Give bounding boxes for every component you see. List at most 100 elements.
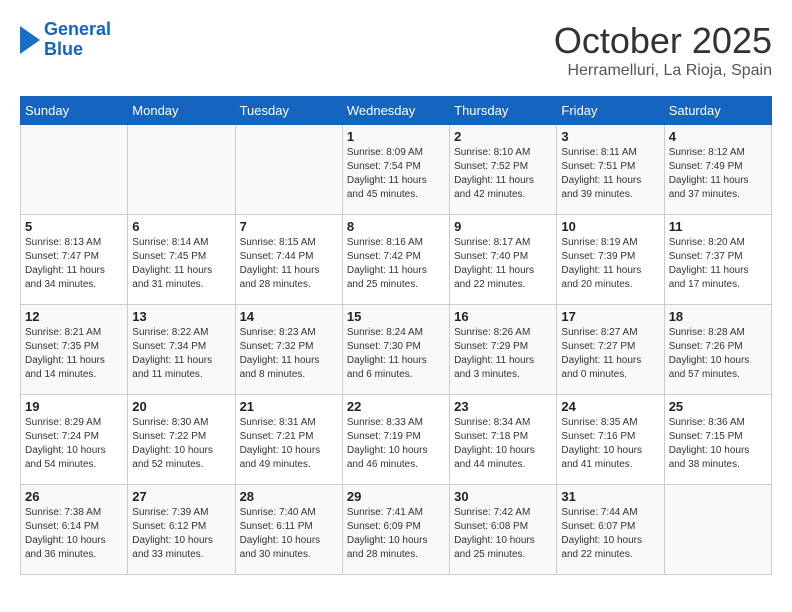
page-header: General Blue October 2025 Herramelluri, …: [20, 20, 772, 80]
day-info: Sunrise: 8:34 AM Sunset: 7:18 PM Dayligh…: [454, 416, 552, 472]
day-number: 16: [454, 309, 552, 324]
day-info: Sunrise: 8:09 AM Sunset: 7:54 PM Dayligh…: [347, 146, 445, 202]
calendar-week-4: 19 Sunrise: 8:29 AM Sunset: 7:24 PM Dayli…: [21, 395, 772, 485]
day-number: 19: [25, 399, 123, 414]
weekday-header-thursday: Thursday: [450, 97, 557, 125]
day-info: Sunrise: 7:44 AM Sunset: 6:07 PM Dayligh…: [561, 506, 659, 562]
calendar-week-3: 12 Sunrise: 8:21 AM Sunset: 7:35 PM Dayli…: [21, 305, 772, 395]
day-info: Sunrise: 8:29 AM Sunset: 7:24 PM Dayligh…: [25, 416, 123, 472]
calendar-cell: 16 Sunrise: 8:26 AM Sunset: 7:29 PM Dayli…: [450, 305, 557, 395]
day-number: 14: [240, 309, 338, 324]
day-info: Sunrise: 8:14 AM Sunset: 7:45 PM Dayligh…: [132, 236, 230, 292]
day-number: 29: [347, 489, 445, 504]
day-number: 12: [25, 309, 123, 324]
calendar-cell: 15Sunrise: 8:24 AM Sunset: 7:30 PM Dayli…: [342, 305, 449, 395]
weekday-header-wednesday: Wednesday: [342, 97, 449, 125]
day-info: Sunrise: 7:40 AM Sunset: 6:11 PM Dayligh…: [240, 506, 338, 562]
calendar-cell: [21, 125, 128, 215]
day-info: Sunrise: 8:27 AM Sunset: 7:27 PM Dayligh…: [561, 326, 659, 382]
calendar-cell: 8 Sunrise: 8:16 AM Sunset: 7:42 PM Daylig…: [342, 215, 449, 305]
calendar-cell: 12 Sunrise: 8:21 AM Sunset: 7:35 PM Dayli…: [21, 305, 128, 395]
calendar-cell: 17 Sunrise: 8:27 AM Sunset: 7:27 PM Dayli…: [557, 305, 664, 395]
calendar-table: SundayMondayTuesdayWednesdayThursdayFrid…: [20, 96, 772, 575]
day-info: Sunrise: 8:12 AM Sunset: 7:49 PM Dayligh…: [669, 146, 767, 202]
day-number: 22: [347, 399, 445, 414]
day-info: Sunrise: 8:13 AM Sunset: 7:47 PM Dayligh…: [25, 236, 123, 292]
day-info: Sunrise: 8:19 AM Sunset: 7:39 PM Dayligh…: [561, 236, 659, 292]
calendar-cell: 3Sunrise: 8:11 AM Sunset: 7:51 PM Daylig…: [557, 125, 664, 215]
calendar-cell: 6 Sunrise: 8:14 AM Sunset: 7:45 PM Daylig…: [128, 215, 235, 305]
day-info: Sunrise: 7:42 AM Sunset: 6:08 PM Dayligh…: [454, 506, 552, 562]
calendar-cell: [235, 125, 342, 215]
calendar-cell: 28 Sunrise: 7:40 AM Sunset: 6:11 PM Dayli…: [235, 485, 342, 575]
day-info: Sunrise: 8:10 AM Sunset: 7:52 PM Dayligh…: [454, 146, 552, 202]
day-number: 9: [454, 219, 552, 234]
calendar-cell: 27 Sunrise: 7:39 AM Sunset: 6:12 PM Dayli…: [128, 485, 235, 575]
day-number: 11: [669, 219, 767, 234]
day-number: 25: [669, 399, 767, 414]
day-number: 13: [132, 309, 230, 324]
day-number: 5: [25, 219, 123, 234]
day-info: Sunrise: 8:33 AM Sunset: 7:19 PM Dayligh…: [347, 416, 445, 472]
month-title: October 2025: [554, 20, 772, 62]
day-number: 15: [347, 309, 445, 324]
day-info: Sunrise: 8:17 AM Sunset: 7:40 PM Dayligh…: [454, 236, 552, 292]
calendar-cell: 21 Sunrise: 8:31 AM Sunset: 7:21 PM Dayli…: [235, 395, 342, 485]
logo-icon: [20, 26, 40, 54]
title-block: October 2025 Herramelluri, La Rioja, Spa…: [554, 20, 772, 80]
calendar-cell: [128, 125, 235, 215]
calendar-cell: 7Sunrise: 8:15 AM Sunset: 7:44 PM Daylig…: [235, 215, 342, 305]
calendar-cell: 25Sunrise: 8:36 AM Sunset: 7:15 PM Dayli…: [664, 395, 771, 485]
day-number: 10: [561, 219, 659, 234]
calendar-cell: 11 Sunrise: 8:20 AM Sunset: 7:37 PM Dayli…: [664, 215, 771, 305]
weekday-header-friday: Friday: [557, 97, 664, 125]
day-info: Sunrise: 8:16 AM Sunset: 7:42 PM Dayligh…: [347, 236, 445, 292]
calendar-cell: 19 Sunrise: 8:29 AM Sunset: 7:24 PM Dayli…: [21, 395, 128, 485]
day-number: 23: [454, 399, 552, 414]
day-info: Sunrise: 7:38 AM Sunset: 6:14 PM Dayligh…: [25, 506, 123, 562]
calendar-cell: 13 Sunrise: 8:22 AM Sunset: 7:34 PM Dayli…: [128, 305, 235, 395]
calendar-cell: [664, 485, 771, 575]
day-number: 8: [347, 219, 445, 234]
day-number: 26: [25, 489, 123, 504]
calendar-cell: 29 Sunrise: 7:41 AM Sunset: 6:09 PM Dayli…: [342, 485, 449, 575]
calendar-body: 1 Sunrise: 8:09 AM Sunset: 7:54 PM Daylig…: [21, 125, 772, 575]
day-number: 4: [669, 129, 767, 144]
day-number: 1: [347, 129, 445, 144]
location: Herramelluri, La Rioja, Spain: [554, 62, 772, 80]
day-number: 17: [561, 309, 659, 324]
day-info: Sunrise: 8:35 AM Sunset: 7:16 PM Dayligh…: [561, 416, 659, 472]
day-info: Sunrise: 8:22 AM Sunset: 7:34 PM Dayligh…: [132, 326, 230, 382]
day-number: 2: [454, 129, 552, 144]
weekday-header-saturday: Saturday: [664, 97, 771, 125]
day-number: 3: [561, 129, 659, 144]
day-number: 30: [454, 489, 552, 504]
calendar-cell: 22 Sunrise: 8:33 AM Sunset: 7:19 PM Dayli…: [342, 395, 449, 485]
day-number: 7: [240, 219, 338, 234]
logo-text: General Blue: [44, 20, 111, 60]
day-info: Sunrise: 8:20 AM Sunset: 7:37 PM Dayligh…: [669, 236, 767, 292]
day-info: Sunrise: 7:41 AM Sunset: 6:09 PM Dayligh…: [347, 506, 445, 562]
day-number: 21: [240, 399, 338, 414]
calendar-cell: 4 Sunrise: 8:12 AM Sunset: 7:49 PM Daylig…: [664, 125, 771, 215]
calendar-cell: 31Sunrise: 7:44 AM Sunset: 6:07 PM Dayli…: [557, 485, 664, 575]
day-info: Sunrise: 8:21 AM Sunset: 7:35 PM Dayligh…: [25, 326, 123, 382]
calendar-week-5: 26 Sunrise: 7:38 AM Sunset: 6:14 PM Dayli…: [21, 485, 772, 575]
day-info: Sunrise: 8:31 AM Sunset: 7:21 PM Dayligh…: [240, 416, 338, 472]
day-number: 28: [240, 489, 338, 504]
day-info: Sunrise: 8:26 AM Sunset: 7:29 PM Dayligh…: [454, 326, 552, 382]
day-info: Sunrise: 8:23 AM Sunset: 7:32 PM Dayligh…: [240, 326, 338, 382]
calendar-cell: 18Sunrise: 8:28 AM Sunset: 7:26 PM Dayli…: [664, 305, 771, 395]
day-info: Sunrise: 8:30 AM Sunset: 7:22 PM Dayligh…: [132, 416, 230, 472]
calendar-header: SundayMondayTuesdayWednesdayThursdayFrid…: [21, 97, 772, 125]
calendar-cell: 5 Sunrise: 8:13 AM Sunset: 7:47 PM Daylig…: [21, 215, 128, 305]
calendar-cell: 24 Sunrise: 8:35 AM Sunset: 7:16 PM Dayli…: [557, 395, 664, 485]
day-info: Sunrise: 7:39 AM Sunset: 6:12 PM Dayligh…: [132, 506, 230, 562]
weekday-header-row: SundayMondayTuesdayWednesdayThursdayFrid…: [21, 97, 772, 125]
day-number: 6: [132, 219, 230, 234]
day-number: 27: [132, 489, 230, 504]
day-number: 20: [132, 399, 230, 414]
calendar-cell: 1 Sunrise: 8:09 AM Sunset: 7:54 PM Daylig…: [342, 125, 449, 215]
calendar-cell: 9 Sunrise: 8:17 AM Sunset: 7:40 PM Daylig…: [450, 215, 557, 305]
day-number: 24: [561, 399, 659, 414]
